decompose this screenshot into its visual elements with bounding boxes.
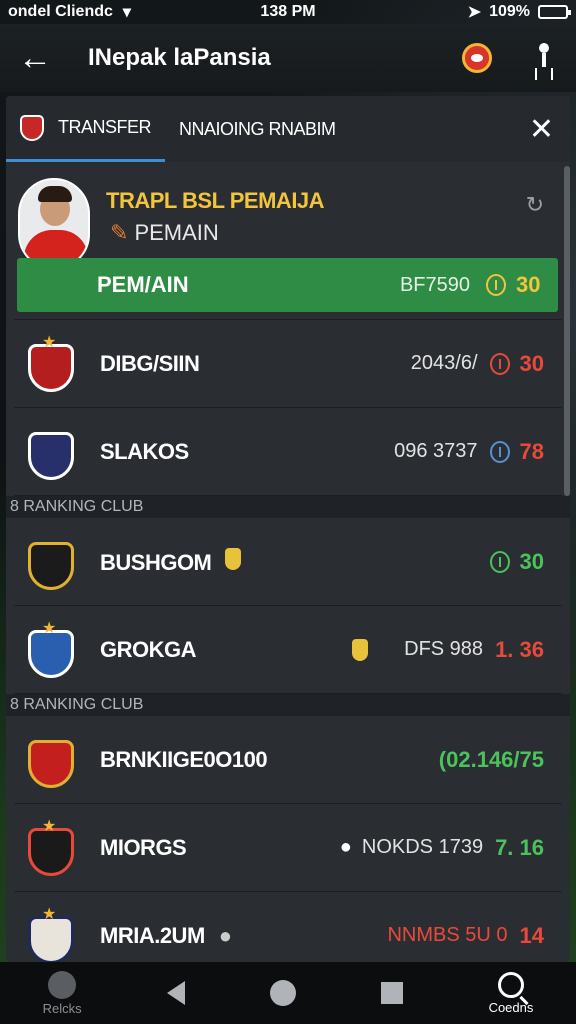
club-name: MIORGS xyxy=(100,834,187,860)
club-value-text: 30 xyxy=(519,548,544,574)
club-name-text: MRIA.2UM xyxy=(100,922,205,948)
wifi-icon: ▾ xyxy=(122,4,131,21)
transfer-panel: TRANSFER NNAIOING RNABIM ✕ TRAPL BSL PEM… xyxy=(6,96,570,962)
refresh-icon[interactable]: ↻ xyxy=(526,192,544,218)
search-icon xyxy=(497,971,524,998)
page-title: INepak laPansia xyxy=(88,44,271,71)
back-arrow-icon[interactable]: ← xyxy=(18,39,54,78)
table-row[interactable]: BUSHGOM 30 xyxy=(14,518,562,606)
highlight-value-text: 30 xyxy=(516,272,541,297)
club-code: 2043/6/ xyxy=(410,352,478,374)
highlight-row[interactable]: PEM/AIN BF7590 30 xyxy=(17,258,558,312)
table-row[interactable]: ★ GROKGA DFS 988 1. 36 xyxy=(14,606,562,694)
club-list: TRAPL BSL PEMAIJA ✎ PEMAIN ↻ PEM/AIN BF75… xyxy=(6,162,570,962)
club-value: 30 xyxy=(489,548,544,575)
egg-icon: ● xyxy=(218,922,232,948)
home-circle-icon[interactable] xyxy=(270,980,297,1006)
club-name-text: BUSHGOM xyxy=(100,549,212,575)
close-icon[interactable]: ✕ xyxy=(529,112,554,147)
info-ring-icon xyxy=(489,352,510,375)
club-name: BRNKIIGE0O100 xyxy=(100,746,268,772)
nav-left-label: Relcks xyxy=(42,1000,82,1016)
tab-bar: TRANSFER NNAIOING RNABIM ✕ xyxy=(6,96,570,162)
pen-icon: ✎ xyxy=(110,220,129,245)
club-crest-icon xyxy=(26,424,76,480)
club-crest-icon xyxy=(26,732,76,788)
profile-subtitle-text: PEMAIN xyxy=(134,220,219,245)
club-code: 096 3737 xyxy=(394,440,478,462)
club-crest-icon: ★ xyxy=(26,620,76,678)
club-name: BUSHGOM xyxy=(100,547,490,576)
club-value: 14 xyxy=(519,922,544,948)
carrier-label: ondel Cliendc xyxy=(8,3,113,20)
tab-ranking-label: NNAIOING RNABIM xyxy=(179,118,336,139)
club-crest-icon: ★ xyxy=(26,334,76,392)
ball-icon: ● xyxy=(339,836,352,858)
nav-relcks[interactable]: Relcks xyxy=(42,970,82,1016)
club-name: DIBG/SIIN xyxy=(100,350,200,376)
ball-icon xyxy=(48,970,77,999)
profile-subtitle: ✎ PEMAIN xyxy=(110,220,219,246)
navigation-bar: Relcks Coedns xyxy=(0,962,576,1024)
tab-transfer[interactable]: TRANSFER xyxy=(6,96,166,162)
tab-transfer-label: TRANSFER xyxy=(58,117,152,137)
table-row[interactable]: ★ MIORGS ● NOKDS 1739 7. 16 xyxy=(14,804,562,892)
club-crest-icon xyxy=(26,534,76,590)
battery-icon xyxy=(538,5,571,19)
club-value-text: 30 xyxy=(519,350,544,376)
section-header: 8 RANKING CLUB xyxy=(6,694,570,716)
mascot-icon[interactable] xyxy=(462,43,492,73)
table-row[interactable]: ★ DIBG/SIIN 2043/6/ 30 xyxy=(14,320,562,408)
club-value: 1. 36 xyxy=(495,636,544,662)
club-value: 30 xyxy=(489,350,544,377)
table-row[interactable]: ★ MRIA.2UM ● NNMBS 5U 0 14 xyxy=(14,892,562,962)
club-code: NOKDS 1739 xyxy=(361,836,484,858)
club-crest-icon: ★ xyxy=(26,818,76,876)
club-value: 78 xyxy=(489,438,544,465)
highlight-name: PEM/AIN xyxy=(97,272,189,297)
club-value-text: 78 xyxy=(519,438,544,464)
club-name: SLAKOS xyxy=(100,438,189,464)
info-ring-icon xyxy=(486,274,506,296)
info-ring-icon xyxy=(489,550,510,573)
section-header: 8 RANKING CLUB xyxy=(6,496,570,518)
location-icon: ➤ xyxy=(467,4,482,21)
recents-square-icon[interactable] xyxy=(381,982,404,1004)
club-code: NNMBS 5U 0 xyxy=(387,924,508,946)
club-value: 7. 16 xyxy=(495,834,544,860)
tab-ranking[interactable]: NNAIOING RNABIM xyxy=(165,96,350,162)
app-bar: ← INepak laPansia xyxy=(0,24,576,92)
club-code: DFS 988 xyxy=(404,638,484,660)
scrollbar[interactable] xyxy=(564,166,570,496)
profile-title: TRAPL BSL PEMAIJA xyxy=(106,188,325,213)
avatar xyxy=(18,178,90,270)
nav-search[interactable]: Coedns xyxy=(489,971,533,1015)
trophy-icon xyxy=(225,547,242,570)
trophy-icon xyxy=(352,638,369,661)
highlight-value: 30 xyxy=(486,272,558,298)
player-profile[interactable]: TRAPL BSL PEMAIJA ✎ PEMAIN ↻ PEM/AIN BF75… xyxy=(14,162,562,320)
status-bar: ondel Cliendc ▾ 138 PM ➤ 109% xyxy=(0,0,576,24)
club-value: (02.146/75 xyxy=(438,746,544,772)
info-ring-icon xyxy=(489,440,510,463)
club-name: GROKGA xyxy=(100,636,197,662)
back-triangle-icon[interactable] xyxy=(166,981,185,1005)
battery-percent: 109% xyxy=(489,3,530,20)
table-row[interactable]: SLAKOS 096 3737 78 xyxy=(14,408,562,496)
club-crest-icon: ★ xyxy=(26,906,76,962)
highlight-code: BF7590 xyxy=(399,273,470,296)
profile-icon[interactable] xyxy=(530,43,558,73)
club-crest-icon xyxy=(20,114,44,141)
club-name: MRIA.2UM ● xyxy=(100,923,387,949)
table-row[interactable]: BRNKIIGE0O100 (02.146/75 xyxy=(14,716,562,804)
